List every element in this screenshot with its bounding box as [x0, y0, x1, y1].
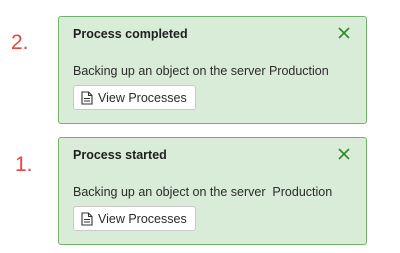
close-button[interactable]: [336, 25, 352, 41]
view-processes-label: View Processes: [98, 211, 187, 226]
close-icon: [338, 148, 350, 160]
close-button[interactable]: [336, 146, 352, 162]
notification-message: Backing up an object on the server Produ…: [73, 64, 329, 78]
view-processes-button[interactable]: View Processes: [73, 85, 196, 110]
document-icon: [81, 211, 93, 226]
notification-process-started: Process started Backing up an object on …: [58, 137, 367, 245]
document-icon: [81, 90, 93, 105]
view-processes-label: View Processes: [98, 90, 187, 105]
notification-message: Backing up an object on the server Produ…: [73, 185, 333, 199]
view-processes-button[interactable]: View Processes: [73, 206, 196, 231]
step-number-1: 1.: [15, 153, 33, 176]
notification-process-completed: Process completed Backing up an object o…: [58, 16, 367, 124]
notification-title: Process completed: [73, 27, 188, 41]
notification-title: Process started: [73, 148, 167, 162]
close-icon: [338, 27, 350, 39]
step-number-2: 2.: [11, 31, 29, 54]
